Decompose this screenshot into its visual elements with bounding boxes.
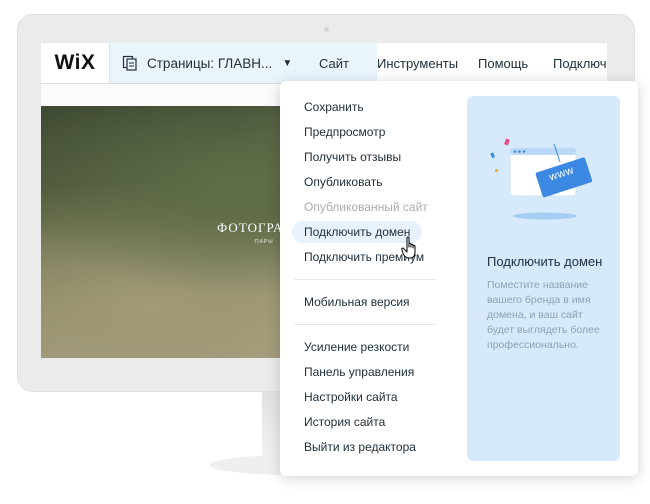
monitor-camera: [324, 27, 329, 32]
hero-subtitle: ПАРЫ: [255, 239, 274, 245]
menu-item-published-site: Опубликованный сайт: [304, 200, 428, 214]
pages-icon: [122, 55, 138, 71]
menu-item-mobile-version[interactable]: Мобильная версия: [292, 291, 422, 313]
menu-item-save[interactable]: Сохранить: [292, 96, 376, 118]
site-menu-dropdown: Сохранить Предпросмотр Получить отзывы О…: [280, 81, 638, 476]
menu-item-exit-editor[interactable]: Выйти из редактора: [292, 436, 428, 458]
pages-dropdown[interactable]: Страницы: ГЛАВН... ▼: [110, 43, 292, 83]
nav-help[interactable]: Помощь: [478, 43, 528, 83]
menu-divider: [294, 324, 435, 325]
pages-label: Страницы: ГЛАВН...: [147, 55, 273, 71]
menu-item-site-settings[interactable]: Настройки сайта: [292, 386, 410, 408]
wix-logo[interactable]: WiX: [41, 43, 110, 83]
nav-site[interactable]: Сайт: [291, 43, 377, 83]
menu-item-site-history[interactable]: История сайта: [292, 411, 397, 433]
menu-item-sharpening[interactable]: Усиление резкости: [292, 336, 421, 358]
domain-illustration-icon: [490, 138, 593, 220]
panel-description: Поместите название вашего бренда в имя д…: [487, 279, 600, 351]
editor-topbar: WiX Страницы: ГЛАВН... ▼ Сайт Инструмент…: [41, 43, 607, 84]
hand-cursor-icon: [401, 236, 421, 260]
menu-item-get-feedback[interactable]: Получить отзывы: [292, 146, 413, 168]
nav-connect[interactable]: Подключ: [553, 43, 607, 83]
nav-tools[interactable]: Инструменты: [377, 43, 458, 83]
domain-info-panel: www Подключить домен Поместите название …: [467, 96, 620, 461]
panel-title: Подключить домен: [487, 254, 603, 269]
menu-divider: [294, 279, 435, 280]
menu-item-publish[interactable]: Опубликовать: [292, 171, 394, 193]
menu-item-dashboard[interactable]: Панель управления: [292, 361, 426, 383]
menu-item-preview[interactable]: Предпросмотр: [292, 121, 397, 143]
